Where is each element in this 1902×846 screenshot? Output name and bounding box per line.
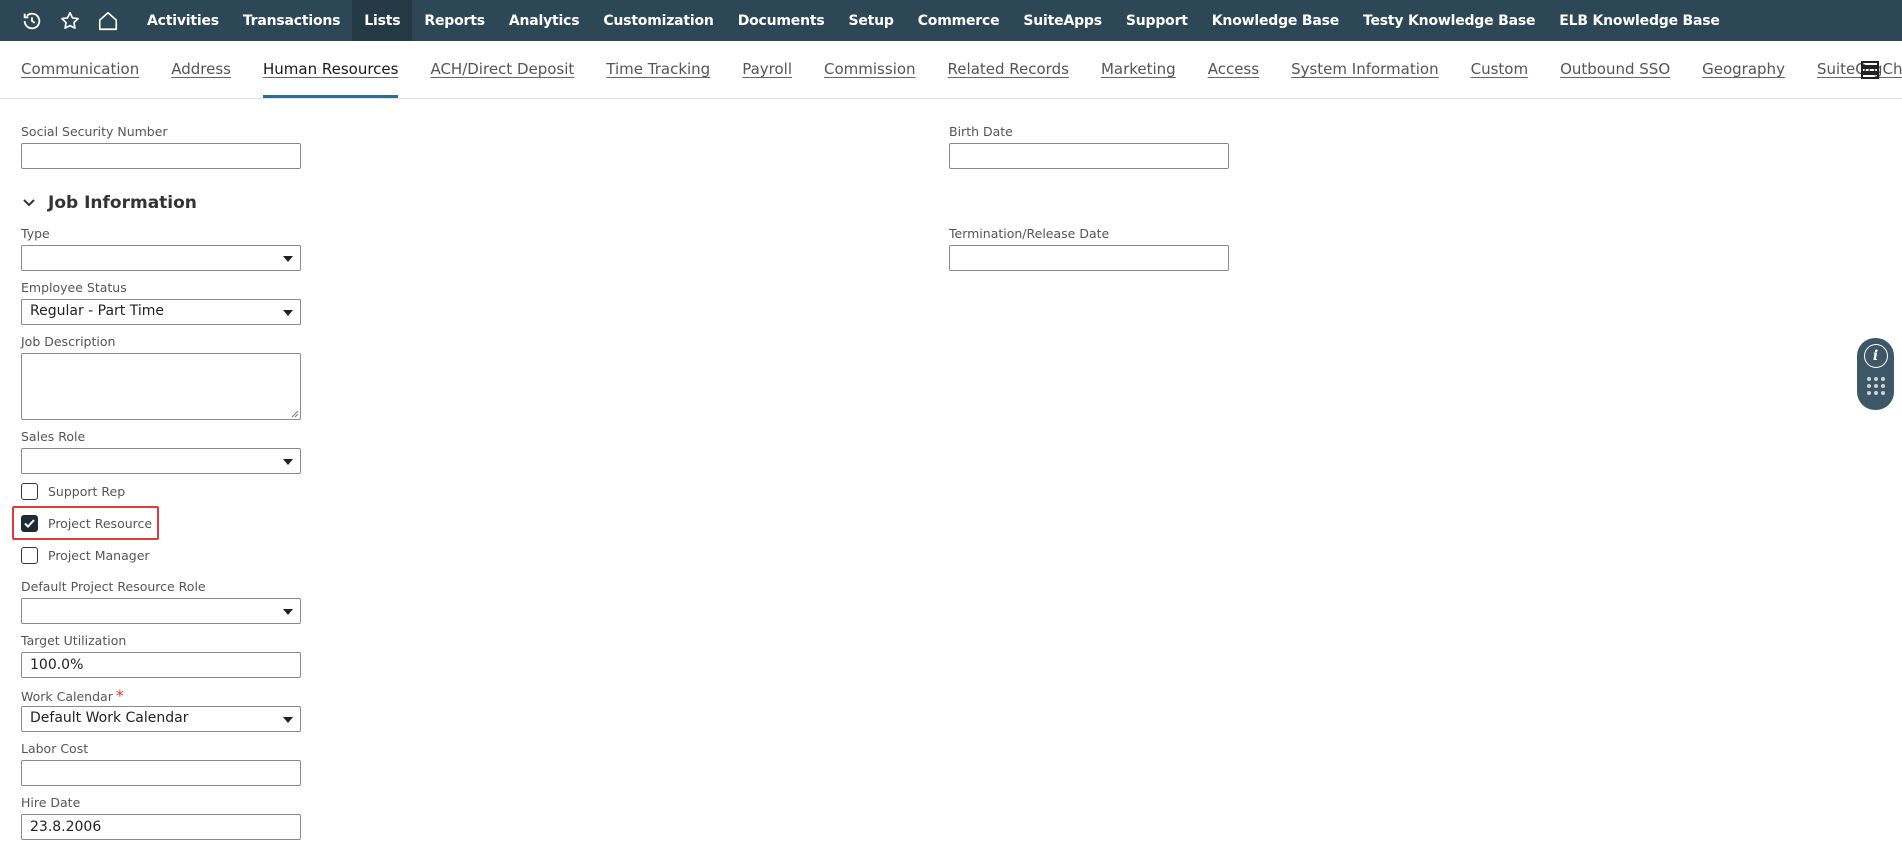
checkmark-icon xyxy=(24,519,35,528)
info-icon[interactable]: i xyxy=(1863,344,1888,368)
tab-system-information[interactable]: System Information xyxy=(1291,40,1439,98)
ssn-label: Social Security Number xyxy=(21,124,168,139)
hire-date-input[interactable] xyxy=(21,814,301,840)
employee-status-label: Employee Status xyxy=(21,280,127,295)
nav-documents[interactable]: Documents xyxy=(726,0,837,41)
tab-geography[interactable]: Geography xyxy=(1702,40,1785,98)
project-manager-label: Project Manager xyxy=(48,548,150,563)
job-information-section-header[interactable]: Job Information xyxy=(22,193,197,213)
target-utilization-input[interactable] xyxy=(21,652,301,678)
dropdown-caret-icon xyxy=(283,717,293,723)
nav-knowledge-base[interactable]: Knowledge Base xyxy=(1200,0,1351,41)
labor-cost-label: Labor Cost xyxy=(21,741,89,756)
record-subtabs: Communication Address Human Resources ACH/D… xyxy=(0,41,1902,99)
employee-status-value: Regular - Part Time xyxy=(30,303,164,319)
top-navigation-bar: Activities Transactions Lists Reports Analyt… xyxy=(0,0,1902,41)
nav-suiteapps[interactable]: SuiteApps xyxy=(1011,0,1113,41)
chevron-down-icon xyxy=(23,199,35,207)
work-calendar-label: Work Calendar * xyxy=(21,686,124,705)
support-rep-checkbox[interactable] xyxy=(21,483,38,500)
default-project-resource-role-label: Default Project Resource Role xyxy=(21,579,206,594)
birth-date-label: Birth Date xyxy=(949,124,1013,139)
project-manager-checkbox[interactable] xyxy=(21,547,38,564)
nav-customization[interactable]: Customization xyxy=(591,0,725,41)
side-help-widget: i xyxy=(1857,338,1894,410)
birth-date-input[interactable] xyxy=(949,143,1229,169)
main-menu: Activities Transactions Lists Reports Analyt… xyxy=(135,0,1732,41)
tab-outbound-sso[interactable]: Outbound SSO xyxy=(1560,40,1670,98)
star-icon[interactable] xyxy=(53,0,87,41)
project-resource-row: Project Resource xyxy=(21,515,152,532)
tab-communication[interactable]: Communication xyxy=(21,40,139,98)
nav-setup[interactable]: Setup xyxy=(836,0,905,41)
default-project-resource-role-select[interactable] xyxy=(21,598,301,624)
labor-cost-input[interactable] xyxy=(21,760,301,786)
work-calendar-label-text: Work Calendar xyxy=(21,689,113,704)
section-title: Job Information xyxy=(48,193,197,213)
work-calendar-select[interactable]: Default Work Calendar xyxy=(21,706,301,732)
apps-grid-icon[interactable] xyxy=(1866,376,1886,398)
tab-ach-direct-deposit[interactable]: ACH/Direct Deposit xyxy=(430,40,574,98)
job-description-label: Job Description xyxy=(21,334,116,349)
project-resource-label: Project Resource xyxy=(48,516,153,531)
dropdown-caret-icon xyxy=(283,256,293,262)
project-manager-row: Project Manager xyxy=(21,547,150,564)
sales-role-select[interactable] xyxy=(21,448,301,474)
more-tabs-icon[interactable] xyxy=(1860,61,1882,79)
type-label: Type xyxy=(21,226,50,241)
tab-custom[interactable]: Custom xyxy=(1471,40,1528,98)
target-utilization-label: Target Utilization xyxy=(21,633,127,648)
sales-role-label: Sales Role xyxy=(21,429,86,444)
history-icon[interactable] xyxy=(15,0,49,41)
type-select[interactable] xyxy=(21,245,301,271)
nav-transactions[interactable]: Transactions xyxy=(231,0,352,41)
tab-human-resources[interactable]: Human Resources xyxy=(262,40,399,98)
termination-date-label: Termination/Release Date xyxy=(949,226,1110,241)
hire-date-label: Hire Date xyxy=(21,795,81,810)
tab-payroll[interactable]: Payroll xyxy=(742,40,792,98)
nav-support[interactable]: Support xyxy=(1114,0,1200,41)
nav-reports[interactable]: Reports xyxy=(412,0,496,41)
tab-address[interactable]: Address xyxy=(171,40,231,98)
nav-commerce[interactable]: Commerce xyxy=(906,0,1012,41)
home-icon[interactable] xyxy=(91,0,125,41)
support-rep-row: Support Rep xyxy=(21,483,125,500)
tab-related-records[interactable]: Related Records xyxy=(948,40,1069,98)
termination-date-input[interactable] xyxy=(949,245,1229,271)
tab-commission[interactable]: Commission xyxy=(824,40,916,98)
work-calendar-value: Default Work Calendar xyxy=(30,710,189,726)
nav-elb-knowledge-base[interactable]: ELB Knowledge Base xyxy=(1547,0,1731,41)
nav-lists[interactable]: Lists xyxy=(352,0,413,41)
nav-analytics[interactable]: Analytics xyxy=(497,0,592,41)
tab-marketing[interactable]: Marketing xyxy=(1101,40,1176,98)
tab-access[interactable]: Access xyxy=(1208,40,1259,98)
job-description-textarea[interactable] xyxy=(21,353,301,420)
support-rep-label: Support Rep xyxy=(48,484,126,499)
tab-time-tracking[interactable]: Time Tracking xyxy=(606,40,710,98)
resize-grip-icon[interactable] xyxy=(291,410,299,418)
required-marker: * xyxy=(115,686,124,705)
ssn-input[interactable] xyxy=(21,143,301,169)
employee-status-select[interactable]: Regular - Part Time xyxy=(21,299,301,325)
nav-testy-knowledge-base[interactable]: Testy Knowledge Base xyxy=(1351,0,1547,41)
nav-activities[interactable]: Activities xyxy=(135,0,231,41)
dropdown-caret-icon xyxy=(283,459,293,465)
dropdown-caret-icon xyxy=(283,310,293,316)
project-resource-checkbox[interactable] xyxy=(21,515,38,532)
dropdown-caret-icon xyxy=(283,609,293,615)
